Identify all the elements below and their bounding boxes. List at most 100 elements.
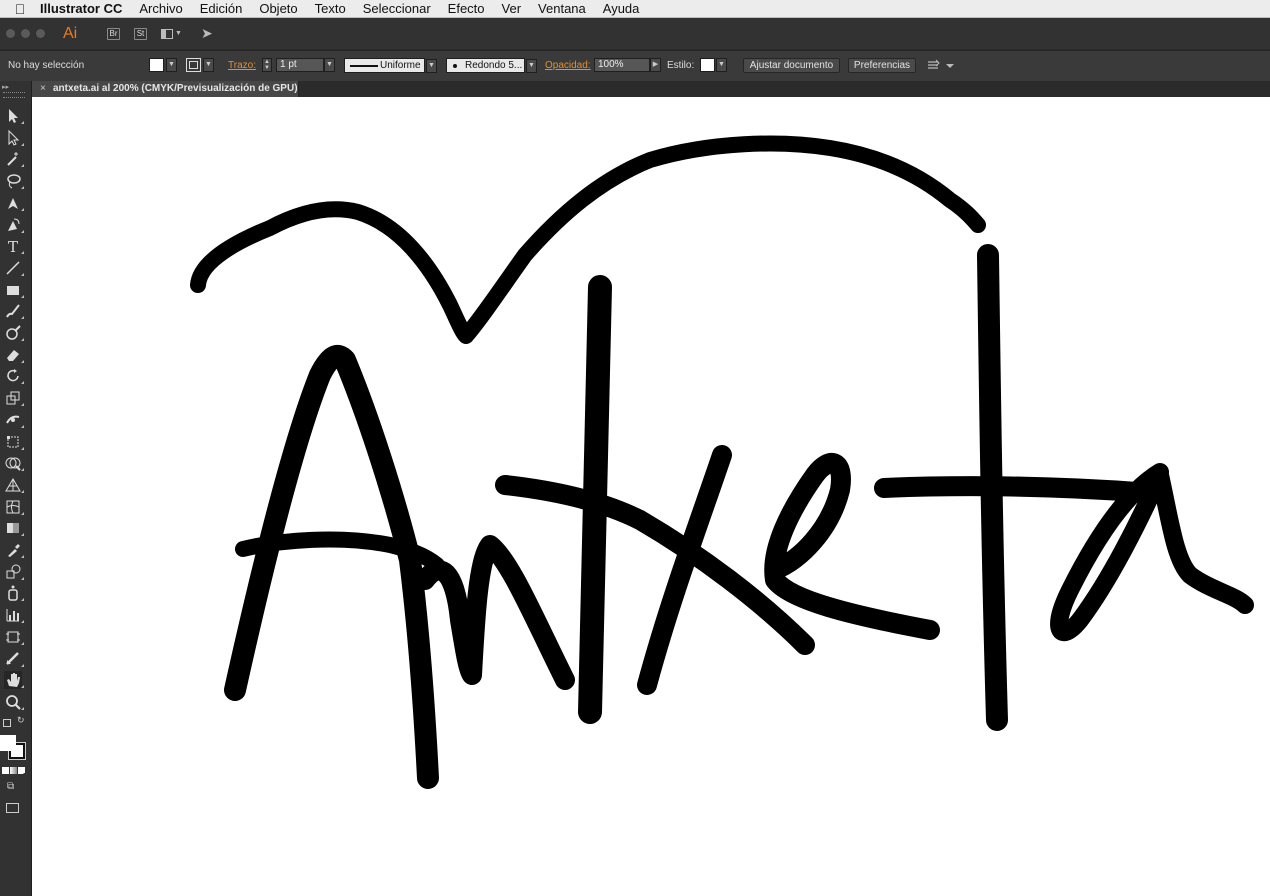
line-segment-tool[interactable] [4, 259, 24, 277]
selection-icon [9, 109, 18, 123]
style-dropdown[interactable]: ▼ [716, 58, 727, 72]
column-graph-tool[interactable] [4, 606, 24, 624]
stock-button[interactable]: St [134, 27, 147, 40]
eraser-icon [7, 349, 19, 361]
window-zoom-button[interactable] [36, 29, 45, 38]
type-tool[interactable]: T [4, 237, 24, 255]
app-name-menu[interactable]: Illustrator CC [40, 1, 122, 16]
eyedropper-tool[interactable] [4, 541, 24, 559]
shape-builder-tool[interactable] [4, 454, 24, 472]
menu-objeto[interactable]: Objeto [259, 1, 297, 16]
stroke-profile-preview [350, 65, 378, 67]
window-minimize-button[interactable] [21, 29, 30, 38]
menu-edicion[interactable]: Edición [200, 1, 243, 16]
swap-colors-icon[interactable]: ↻ [17, 715, 25, 726]
selection-tool[interactable] [4, 107, 24, 125]
tool-flyout-indicator [21, 446, 24, 450]
tool-flyout-indicator [21, 186, 24, 190]
handwritten-artwork[interactable] [32, 97, 1270, 896]
default-colors-icon[interactable] [3, 719, 11, 727]
magic-wand-tool[interactable] [4, 150, 24, 168]
direct-selection-tool[interactable] [4, 129, 24, 147]
menu-ver[interactable]: Ver [502, 1, 522, 16]
menu-efecto[interactable]: Efecto [448, 1, 485, 16]
document-tab[interactable]: × antxeta.ai al 200% (CMYK/Previsualizac… [32, 81, 299, 97]
mesh-tool[interactable] [4, 498, 24, 516]
collapse-panel-icon[interactable]: ▸▸ [2, 83, 9, 91]
stroke-profile-select[interactable]: Uniforme [344, 58, 425, 73]
rectangle-tool[interactable] [4, 281, 24, 299]
tool-flyout-indicator [21, 142, 24, 146]
screen-mode-icon[interactable] [6, 803, 19, 813]
style-swatch[interactable] [700, 58, 715, 72]
stroke-profile-value: Uniforme [380, 60, 421, 71]
stroke-weight-stepper[interactable]: ▲ ▼ [262, 58, 272, 72]
paintbrush-tool[interactable] [4, 302, 24, 320]
artboard-tool[interactable] [4, 628, 24, 646]
color-mode-icon[interactable] [2, 767, 9, 774]
tool-flyout-indicator [21, 533, 24, 537]
zoom-icon [6, 694, 21, 710]
perspective-grid-tool[interactable] [4, 476, 24, 494]
menu-texto[interactable]: Texto [315, 1, 346, 16]
opacity-field[interactable]: 100% [594, 58, 650, 72]
slice-tool[interactable] [4, 650, 24, 668]
window-close-button[interactable] [6, 29, 15, 38]
stroke-swatch[interactable] [186, 58, 201, 72]
tool-flyout-indicator [21, 229, 24, 233]
shaper-tool[interactable] [4, 324, 24, 342]
blend-tool[interactable] [4, 563, 24, 581]
free-transform-tool[interactable] [4, 433, 24, 451]
adjust-document-button[interactable]: Ajustar documento [743, 58, 840, 73]
gradient-tool[interactable] [4, 519, 24, 537]
scale-icon [6, 391, 20, 405]
tool-flyout-indicator [21, 489, 24, 493]
tool-flyout-indicator [21, 468, 24, 472]
rotate-tool[interactable] [4, 367, 24, 385]
opacity-arrow[interactable]: ▶ [650, 58, 661, 72]
none-mode-icon[interactable] [18, 767, 25, 774]
stroke-weight-dropdown[interactable]: ▼ [324, 58, 335, 72]
tool-flyout-indicator [21, 620, 24, 624]
brush-dropdown[interactable]: ▼ [526, 59, 537, 73]
gradient-mode-icon[interactable] [10, 767, 17, 774]
symbol-sprayer-tool[interactable] [4, 584, 24, 602]
opacity-label[interactable]: Opacidad: [545, 58, 591, 73]
menu-archivo[interactable]: Archivo [139, 1, 182, 16]
fill-color-box[interactable] [0, 735, 16, 751]
stroke-profile-dropdown[interactable]: ▼ [426, 59, 437, 73]
menu-ayuda[interactable]: Ayuda [603, 1, 640, 16]
symbol-sprayer-icon [8, 585, 18, 602]
artboard-canvas[interactable] [32, 97, 1270, 896]
zoom-tool[interactable] [4, 693, 24, 711]
preferences-button[interactable]: Preferencias [848, 58, 916, 73]
arrange-documents-icon[interactable]: ▼ [161, 27, 185, 41]
scale-tool[interactable] [4, 389, 24, 407]
fill-dropdown[interactable]: ▼ [166, 58, 177, 72]
stroke-weight-field[interactable]: 1 pt [276, 58, 324, 72]
fill-swatch[interactable] [149, 58, 164, 72]
width-tool[interactable] [4, 411, 24, 429]
artwork-letter-t-cross [495, 475, 815, 655]
brush-select[interactable]: Redondo 5... [446, 58, 525, 73]
eraser-tool[interactable] [4, 346, 24, 364]
pen-tool[interactable] [4, 194, 24, 212]
apple-icon[interactable]:  [0, 1, 40, 17]
menu-ventana[interactable]: Ventana [538, 1, 586, 16]
menu-seleccionar[interactable]: Seleccionar [363, 1, 431, 16]
stroke-dropdown[interactable]: ▼ [203, 58, 214, 72]
tool-flyout-indicator [21, 121, 24, 124]
gpu-performance-icon[interactable]: ➤ [201, 25, 213, 42]
lasso-tool[interactable] [4, 172, 24, 190]
hand-tool[interactable] [4, 671, 24, 690]
tool-flyout-indicator [21, 511, 24, 515]
panel-menu-icon[interactable] [926, 58, 956, 73]
curvature-tool[interactable] [4, 216, 24, 234]
tab-close-icon[interactable]: × [40, 81, 46, 97]
tool-flyout-indicator [21, 685, 24, 689]
document-tab-bar: × antxeta.ai al 200% (CMYK/Previsualizac… [32, 81, 1270, 97]
draw-mode-icon[interactable]: ⧉ [7, 781, 14, 792]
bridge-button[interactable]: Br [107, 27, 120, 40]
stroke-label[interactable]: Trazo: [228, 58, 256, 73]
panel-grip[interactable] [3, 92, 25, 98]
